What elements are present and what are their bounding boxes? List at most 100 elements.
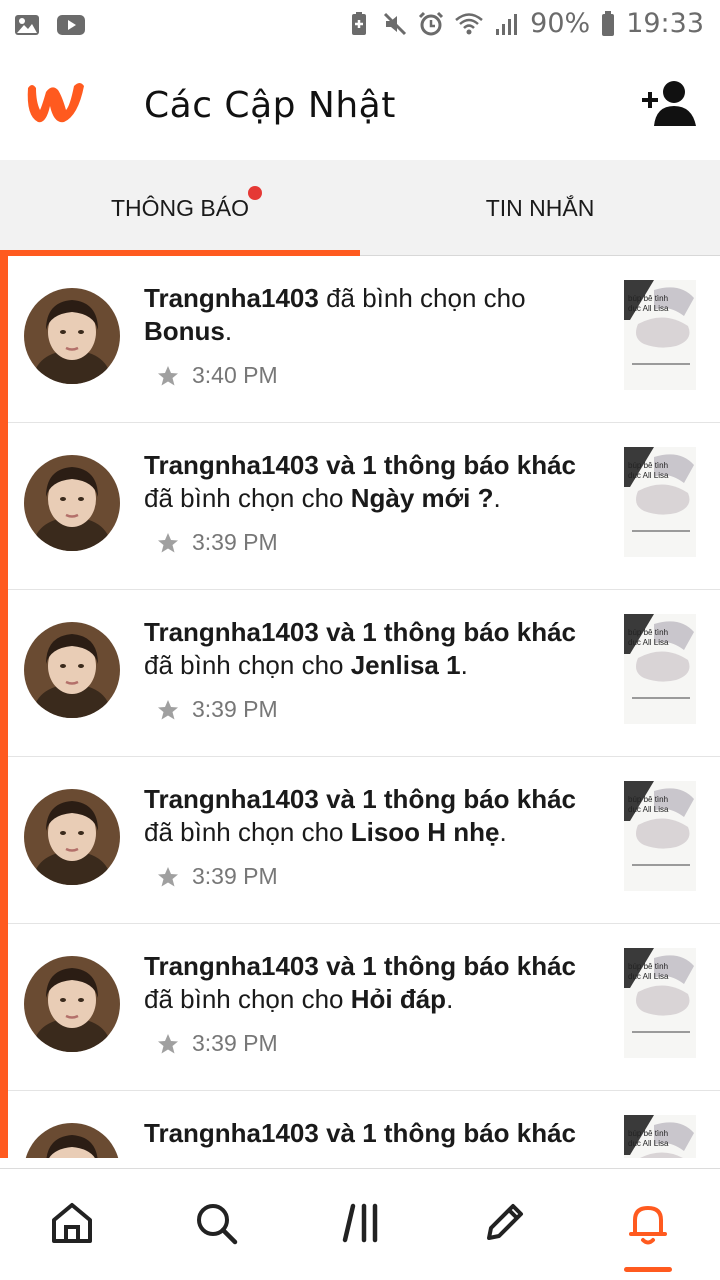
notification-action: đã bình chọn cho: [144, 984, 351, 1014]
nav-library[interactable]: [332, 1193, 392, 1253]
page-title: Các Cập Nhật: [144, 85, 396, 126]
list-item[interactable]: Trangnha1403 và 1 thông báo khác đã bình…: [8, 590, 720, 757]
star-icon: [158, 699, 178, 719]
star-icon: [158, 365, 178, 385]
wifi-icon: [455, 12, 483, 34]
timestamp: 3:39 PM: [192, 863, 278, 889]
notification-end: .: [460, 650, 468, 680]
bottom-navigation: [0, 1168, 720, 1280]
list-item[interactable]: Trangnha1403 và 1 thông báo khác đã bình…: [8, 423, 720, 590]
notification-time: 3:39 PM: [156, 529, 278, 556]
story-cover-thumbnail[interactable]: búp bê tình dục All Lisa: [624, 280, 696, 390]
star-icon: [158, 532, 178, 552]
nav-active-indicator: [624, 1267, 672, 1272]
wattpad-logo[interactable]: [22, 76, 90, 130]
status-bar: 90% 19:33: [0, 0, 720, 52]
mute-icon: [384, 12, 407, 35]
notification-list[interactable]: Trangnha1403 đã bình chọn cho Bonus. 3:40…: [0, 256, 720, 1158]
notification-text: Trangnha1403 và 1 thông báo khác đã bình…: [144, 950, 604, 1016]
nav-search[interactable]: [186, 1193, 246, 1253]
cover-text: búp bê tình dục All Lisa: [628, 1129, 669, 1148]
notification-end: .: [446, 984, 454, 1014]
notification-user: Trangnha1403: [144, 283, 319, 313]
notification-time: 3:40 PM: [156, 362, 278, 389]
tab-notifications[interactable]: THÔNG BÁO: [0, 160, 360, 256]
search-icon: [197, 1204, 238, 1245]
cover-text: búp bê tình dục All Lisa: [628, 795, 669, 814]
cover-text: búp bê tình dục All Lisa: [628, 628, 669, 647]
app-header: Các Cập Nhật: [0, 52, 720, 160]
notification-user: Trangnha1403 và 1 thông báo khác: [144, 784, 577, 814]
alarm-icon: [419, 11, 444, 35]
library-icon: [342, 1203, 378, 1243]
story-cover-thumbnail[interactable]: búp bê tình dục All Lisa: [624, 447, 696, 557]
story-cover-thumbnail[interactable]: búp bê tình dục All Lisa: [624, 1115, 696, 1158]
notification-text: Trangnha1403 đã bình chọn cho Bonus.: [144, 282, 604, 348]
avatar[interactable]: [24, 1123, 120, 1158]
avatar[interactable]: [24, 956, 120, 1052]
list-item[interactable]: Trangnha1403 và 1 thông báo khác đã bình…: [8, 924, 720, 1091]
clock: 19:33: [626, 8, 704, 39]
star-icon: [158, 1033, 178, 1053]
battery-percent: 90%: [530, 8, 591, 39]
avatar[interactable]: [24, 455, 120, 551]
notification-end: .: [493, 483, 501, 513]
notification-action: đã bình chọn cho: [144, 817, 351, 847]
home-icon: [52, 1203, 92, 1243]
notification-text: Trangnha1403 và 1 thông báo khác đã bình…: [144, 449, 604, 515]
story-cover-thumbnail[interactable]: búp bê tình dục All Lisa: [624, 614, 696, 724]
signal-icon: [496, 13, 518, 35]
cover-text: búp bê tình dục All Lisa: [628, 294, 669, 313]
notification-action: đã bình chọn cho: [144, 483, 351, 513]
timestamp: 3:39 PM: [192, 1030, 278, 1056]
write-icon: [487, 1204, 523, 1240]
notification-user: Trangnha1403 và 1 thông báo khác: [144, 951, 577, 981]
cover-text: búp bê tình dục All Lisa: [628, 962, 669, 981]
unread-dot: [248, 186, 262, 200]
story-cover-thumbnail[interactable]: búp bê tình dục All Lisa: [624, 948, 696, 1058]
youtube-icon: [57, 15, 85, 35]
battery-icon: [602, 10, 615, 36]
notification-text: Trangnha1403 và 1 thông báo khác: [144, 1117, 604, 1150]
nav-home[interactable]: [42, 1193, 102, 1253]
nav-write[interactable]: [474, 1193, 534, 1253]
notification-story: Hỏi đáp: [350, 984, 447, 1014]
avatar[interactable]: [24, 288, 120, 384]
notification-user: Trangnha1403 và 1 thông báo khác: [144, 450, 577, 480]
battery-saver-icon: [352, 11, 367, 35]
notification-time: 3:39 PM: [156, 1030, 278, 1057]
list-item[interactable]: Trangnha1403 và 1 thông báo khác đã bình…: [8, 757, 720, 924]
timestamp: 3:40 PM: [192, 362, 278, 388]
list-item[interactable]: Trangnha1403 đã bình chọn cho Bonus. 3:40…: [8, 256, 720, 423]
notification-text: Trangnha1403 và 1 thông báo khác đã bình…: [144, 616, 604, 682]
tab-label: THÔNG BÁO: [110, 194, 249, 221]
notification-time: 3:39 PM: [156, 696, 278, 723]
notification-story: Jenlisa 1: [350, 650, 461, 680]
tab-messages[interactable]: TIN NHẮN: [360, 160, 720, 256]
tab-label: TIN NHẮN: [485, 194, 595, 221]
notification-end: .: [499, 817, 507, 847]
bell-icon: [629, 1206, 667, 1245]
timestamp: 3:39 PM: [192, 529, 278, 555]
notification-action: đã bình chọn cho: [144, 650, 351, 680]
notification-text: Trangnha1403 và 1 thông báo khác đã bình…: [144, 783, 604, 849]
star-icon: [158, 866, 178, 886]
nav-notifications[interactable]: [618, 1193, 678, 1253]
notification-action: đã bình chọn cho: [318, 283, 526, 313]
list-accent-bar: [0, 256, 8, 1158]
cover-text: búp bê tình dục All Lisa: [628, 461, 669, 480]
story-cover-thumbnail[interactable]: búp bê tình dục All Lisa: [624, 781, 696, 891]
avatar[interactable]: [24, 789, 120, 885]
image-icon: [15, 15, 39, 35]
add-user-icon[interactable]: [640, 80, 698, 128]
timestamp: 3:39 PM: [192, 696, 278, 722]
avatar[interactable]: [24, 622, 120, 718]
notification-end: .: [224, 316, 233, 346]
notification-user: Trangnha1403 và 1 thông báo khác: [144, 617, 577, 647]
notification-story: Bonus: [144, 316, 225, 346]
notification-user: Trangnha1403 và 1 thông báo khác: [144, 1118, 577, 1148]
list-item[interactable]: Trangnha1403 và 1 thông báo khác búp bê …: [8, 1091, 720, 1158]
notification-story: Ngày mới ?: [350, 483, 494, 513]
tab-bar: THÔNG BÁO TIN NHẮN: [0, 160, 720, 256]
notification-story: Lisoo H nhẹ: [350, 817, 500, 847]
